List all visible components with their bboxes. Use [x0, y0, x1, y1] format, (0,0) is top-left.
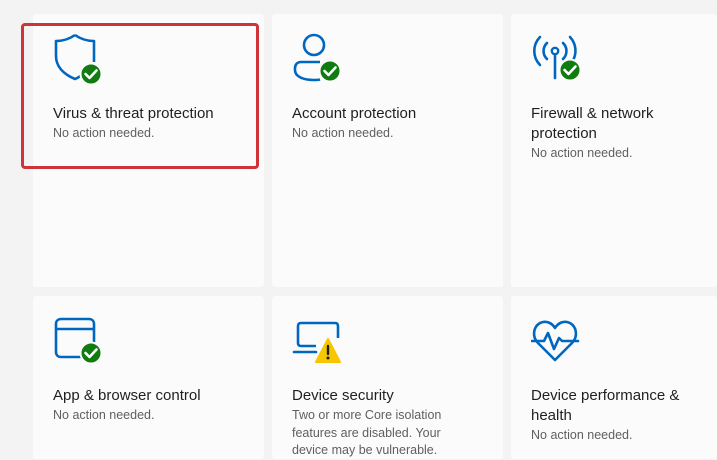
tile-title: Firewall & network protection — [531, 105, 654, 142]
tile-device-security[interactable]: Device security Two or more Core isolati… — [272, 296, 503, 459]
tile-title: Device performance & health — [531, 387, 680, 424]
tile-app-browser-control[interactable]: App & browser control No action needed. — [33, 296, 264, 459]
heart-pulse-icon — [531, 320, 580, 362]
tile-status: No action needed. — [53, 408, 155, 422]
selection-highlight-box — [21, 23, 259, 169]
tile-status: Two or more Core isolation features are … — [292, 408, 442, 457]
tile-title: App & browser control — [53, 387, 201, 404]
tile-account-protection[interactable]: Account protection No action needed. — [272, 14, 503, 287]
tile-device-performance-health[interactable]: Device performance & health No action ne… — [511, 296, 717, 459]
antenna-check-icon — [533, 35, 582, 82]
tile-firewall-network-protection[interactable]: Firewall & network protection No action … — [511, 14, 717, 287]
tile-title: Device security — [292, 387, 394, 404]
tile-title: Account protection — [292, 105, 417, 122]
tile-status: No action needed. — [531, 146, 633, 160]
tile-status: No action needed. — [292, 126, 394, 140]
browser-window-check-icon — [54, 317, 103, 365]
tile-status: No action needed. — [531, 428, 633, 442]
person-check-icon — [293, 33, 342, 83]
laptop-warning-icon — [292, 321, 341, 363]
